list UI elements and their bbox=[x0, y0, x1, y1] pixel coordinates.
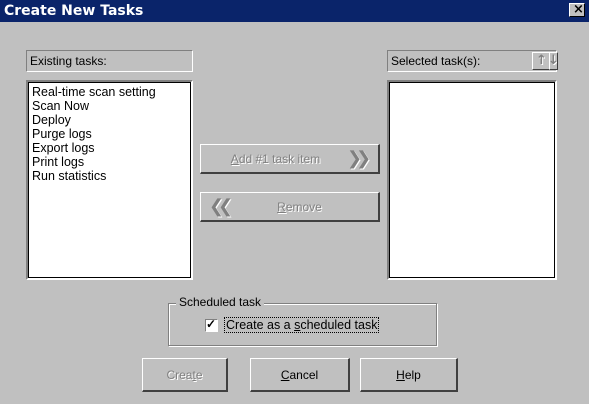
close-button[interactable]: × bbox=[569, 2, 585, 17]
scheduled-task-legend: Scheduled task bbox=[176, 295, 265, 309]
create-button-label: Create bbox=[166, 368, 203, 382]
checkmark-icon: ✓ bbox=[206, 317, 217, 331]
remove-task-label: Remove bbox=[277, 200, 322, 214]
cancel-button[interactable]: Cancel bbox=[250, 358, 350, 392]
existing-tasks-header: Existing tasks: bbox=[26, 50, 193, 72]
help-button[interactable]: Help bbox=[360, 358, 458, 392]
list-item[interactable]: Real-time scan setting bbox=[28, 85, 191, 99]
list-item[interactable]: Deploy bbox=[28, 113, 191, 127]
cancel-button-label: Cancel bbox=[280, 368, 319, 382]
list-item[interactable]: Print logs bbox=[28, 155, 191, 169]
selected-tasks-list[interactable] bbox=[387, 80, 557, 280]
list-item[interactable]: Purge logs bbox=[28, 127, 191, 141]
selected-tasks-label: Selected task(s): bbox=[391, 54, 481, 68]
scheduled-task-checkbox[interactable]: ✓ bbox=[205, 317, 218, 332]
scheduled-task-checkbox-label[interactable]: Create as a scheduled task bbox=[224, 317, 380, 333]
add-task-button[interactable]: Add #1 task item ❯❯ bbox=[200, 144, 380, 174]
list-item[interactable]: Run statistics bbox=[28, 169, 191, 183]
existing-tasks-label: Existing tasks: bbox=[30, 54, 107, 68]
create-new-tasks-dialog: Create New Tasks × Existing tasks: Real-… bbox=[0, 0, 589, 404]
help-button-label: Help bbox=[396, 368, 421, 382]
arrow-up-icon: ↑ bbox=[536, 53, 547, 68]
arrow-down-icon: ↓ bbox=[550, 53, 557, 68]
create-button[interactable]: Create bbox=[142, 358, 228, 392]
window-title: Create New Tasks bbox=[4, 3, 144, 19]
close-icon: × bbox=[573, 2, 584, 17]
title-bar[interactable]: Create New Tasks × bbox=[0, 0, 589, 22]
list-item[interactable]: Scan Now bbox=[28, 99, 191, 113]
move-down-button[interactable]: ↓ bbox=[549, 52, 558, 70]
list-item[interactable]: Export logs bbox=[28, 141, 191, 155]
move-up-button[interactable]: ↑ bbox=[532, 52, 550, 70]
existing-tasks-list[interactable]: Real-time scan setting Scan Now Deploy Purg… bbox=[26, 80, 193, 280]
double-arrow-right-icon: ❯❯ bbox=[347, 148, 371, 169]
remove-task-button[interactable]: ❮❮ Remove bbox=[200, 192, 380, 222]
add-task-label: Add #1 task item bbox=[230, 152, 321, 166]
selected-tasks-header: Selected task(s): ↑ ↓ bbox=[387, 50, 558, 72]
